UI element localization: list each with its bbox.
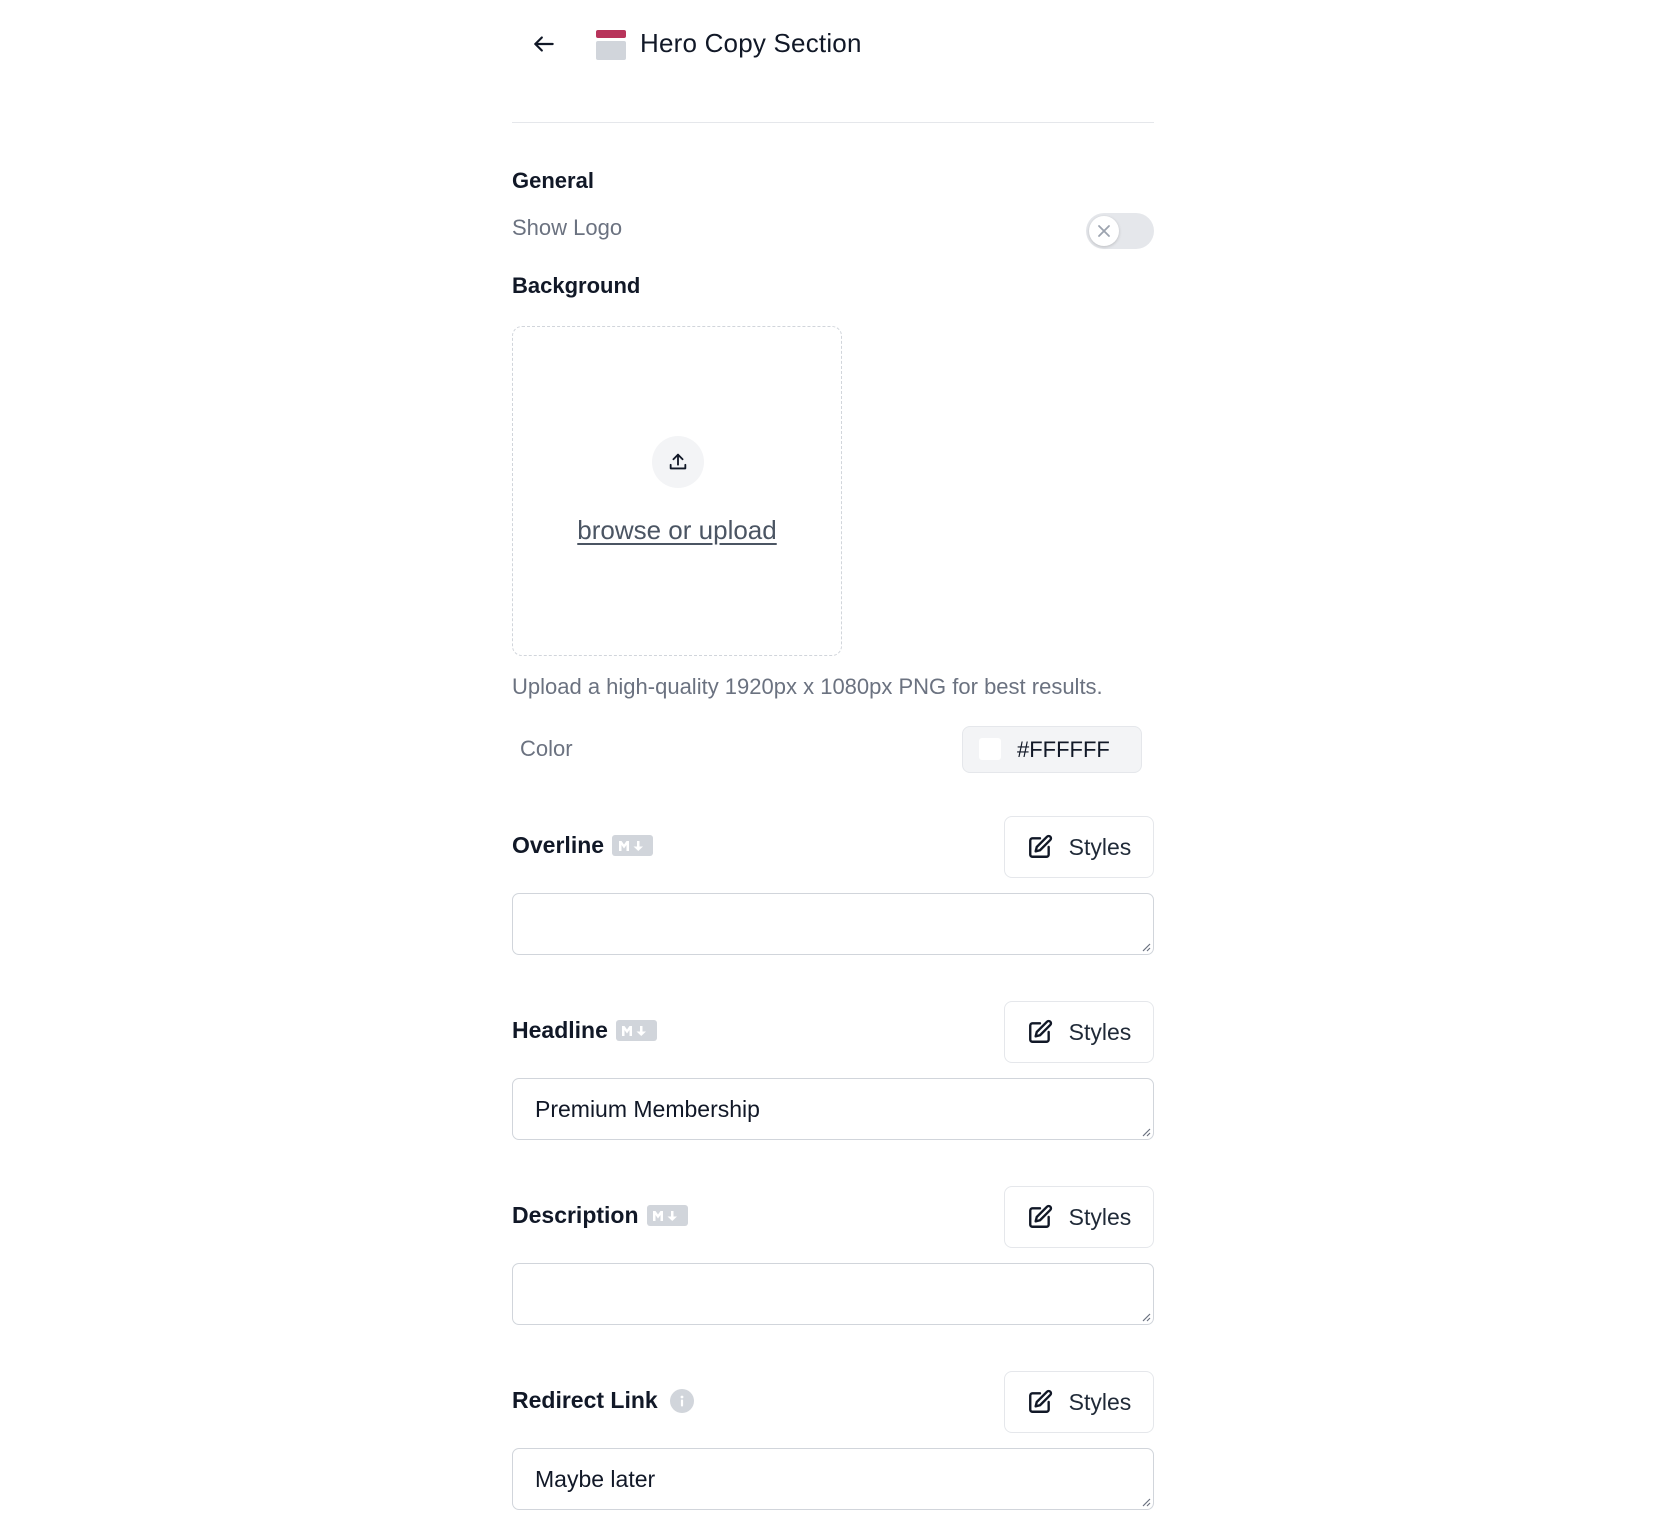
headline-value: Premium Membership	[535, 1095, 760, 1122]
description-label: Description	[512, 1202, 688, 1229]
headline-label-text: Headline	[512, 1017, 608, 1043]
overline-label: Overline	[512, 832, 654, 859]
headline-label: Headline	[512, 1017, 657, 1044]
headline-styles-button[interactable]: Styles	[1004, 1001, 1154, 1063]
background-heading: Background	[512, 273, 641, 298]
redirect-link-value: Maybe later	[535, 1465, 656, 1492]
back-button[interactable]	[524, 24, 564, 64]
show-logo-label: Show Logo	[512, 215, 623, 240]
upload-dropzone[interactable]: browse or upload	[512, 326, 842, 656]
browse-upload-link[interactable]: browse or upload	[513, 515, 841, 546]
info-icon[interactable]	[669, 1388, 694, 1413]
close-icon	[1098, 225, 1110, 237]
arrow-left-icon	[534, 36, 554, 52]
layout-section-icon	[596, 30, 626, 60]
edit-icon	[1028, 834, 1052, 858]
styles-label: Styles	[1068, 1388, 1132, 1415]
styles-label: Styles	[1068, 1203, 1132, 1230]
edit-icon	[1028, 1204, 1052, 1228]
styles-label: Styles	[1068, 833, 1132, 860]
description-input[interactable]	[512, 1263, 1154, 1325]
resize-handle-icon[interactable]	[1139, 1310, 1151, 1322]
markdown-icon	[612, 835, 654, 856]
redirect-link-label-text: Redirect Link	[512, 1387, 658, 1413]
redirect-link-input[interactable]: Maybe later	[512, 1448, 1154, 1510]
resize-handle-icon[interactable]	[1139, 940, 1151, 952]
description-styles-button[interactable]: Styles	[1004, 1186, 1154, 1248]
edit-icon	[1028, 1389, 1052, 1413]
edit-icon	[1028, 1019, 1052, 1043]
page-title: Hero Copy Section	[640, 28, 862, 58]
redirect-link-label: Redirect Link	[512, 1387, 694, 1414]
show-logo-toggle[interactable]	[1086, 213, 1154, 249]
description-label-text: Description	[512, 1202, 639, 1228]
resize-handle-icon[interactable]	[1139, 1495, 1151, 1507]
headline-input[interactable]: Premium Membership	[512, 1078, 1154, 1140]
overline-input[interactable]	[512, 893, 1154, 955]
upload-hint: Upload a high-quality 1920px x 1080px PN…	[512, 674, 1103, 699]
upload-icon	[669, 453, 687, 470]
color-picker[interactable]: #FFFFFF	[962, 726, 1142, 773]
general-heading: General	[512, 168, 594, 193]
color-label: Color	[520, 736, 573, 761]
markdown-icon	[646, 1205, 688, 1226]
resize-handle-icon[interactable]	[1139, 1125, 1151, 1137]
overline-label-text: Overline	[512, 832, 605, 858]
upload-button[interactable]	[652, 436, 704, 488]
overline-styles-button[interactable]: Styles	[1004, 816, 1154, 878]
toggle-knob	[1089, 216, 1119, 246]
markdown-icon	[615, 1020, 657, 1041]
redirect-link-styles-button[interactable]: Styles	[1004, 1371, 1154, 1433]
panel-header: Hero Copy Section	[512, 0, 1154, 123]
color-value: #FFFFFF	[1017, 737, 1110, 762]
styles-label: Styles	[1068, 1018, 1132, 1045]
color-swatch	[979, 738, 1001, 760]
editor-panel: Hero Copy Section General Show Logo Back…	[512, 0, 1154, 1534]
